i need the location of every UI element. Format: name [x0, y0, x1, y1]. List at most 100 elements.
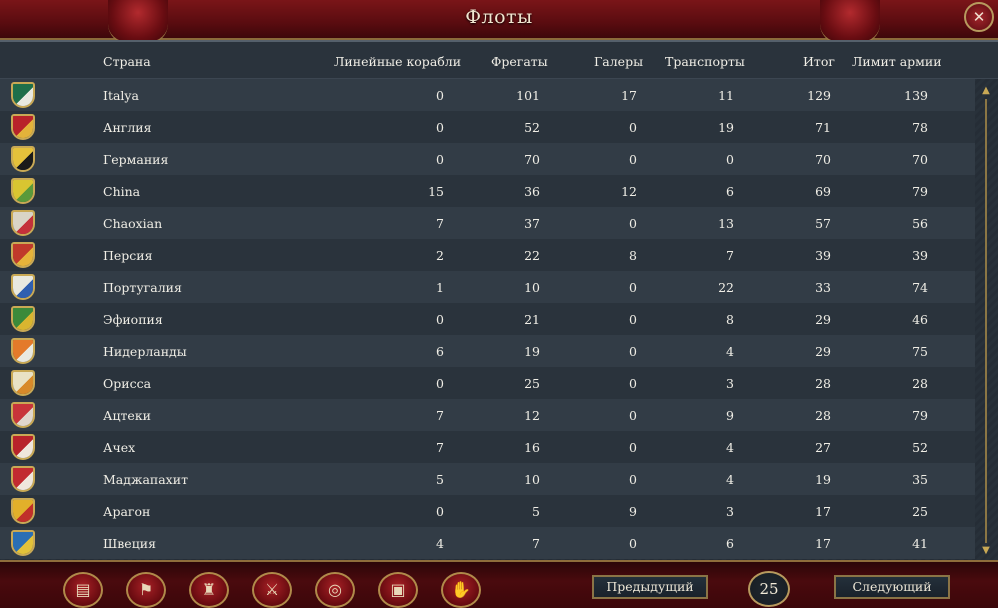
table-row[interactable]: Португалия 1 10 0 22 33 74 — [0, 271, 975, 303]
country-name[interactable]: Эфиопия — [103, 312, 163, 327]
country-name[interactable]: Персия — [103, 248, 153, 263]
country-name[interactable]: Португалия — [103, 280, 182, 295]
col-limit[interactable]: Лимит армии — [852, 54, 942, 69]
country-name[interactable]: Chaoxian — [103, 216, 162, 231]
total-cell: 17 — [815, 504, 831, 519]
country-shield-icon[interactable] — [11, 210, 35, 236]
col-country[interactable]: Страна — [103, 54, 151, 69]
handshake-button[interactable]: ✋ — [441, 572, 481, 608]
country-name[interactable]: Нидерланды — [103, 344, 187, 359]
table-row[interactable]: Маджапахит 5 10 0 4 19 35 — [0, 463, 975, 495]
col-heavy-ships[interactable]: Линейные корабли — [334, 54, 461, 69]
heavy-ships-cell: 0 — [436, 376, 444, 391]
galleys-cell: 0 — [629, 440, 637, 455]
table-row[interactable]: Персия 2 22 8 7 39 39 — [0, 239, 975, 271]
table-row[interactable]: Ачех 7 16 0 4 27 52 — [0, 431, 975, 463]
country-name[interactable]: Ачех — [103, 440, 135, 455]
light-ships-cell: 25 — [524, 376, 540, 391]
country-shield-icon[interactable] — [11, 466, 35, 492]
crate-button[interactable]: ▣ — [378, 572, 418, 608]
coins-button[interactable]: ◎ — [315, 572, 355, 608]
country-shield-icon[interactable] — [11, 146, 35, 172]
scroll-track[interactable] — [985, 99, 987, 543]
shield-fill — [13, 244, 33, 266]
country-name[interactable]: China — [103, 184, 140, 199]
country-shield-icon[interactable] — [11, 274, 35, 300]
buildings-button[interactable]: ♜ — [189, 572, 229, 608]
country-name[interactable]: Англия — [103, 120, 152, 135]
country-shield-icon[interactable] — [11, 306, 35, 332]
country-name[interactable]: Орисса — [103, 376, 151, 391]
scroll-up-icon[interactable]: ▲ — [979, 85, 993, 97]
table-row[interactable]: Ацтеки 7 12 0 9 28 79 — [0, 399, 975, 431]
country-shield-icon[interactable] — [11, 434, 35, 460]
col-galleys[interactable]: Галеры — [594, 54, 643, 69]
country-name[interactable]: Швеция — [103, 536, 156, 551]
galleys-cell: 0 — [629, 152, 637, 167]
country-shield-icon[interactable] — [11, 370, 35, 396]
country-name[interactable]: Арагон — [103, 504, 150, 519]
heavy-ships-cell: 0 — [436, 312, 444, 327]
light-ships-cell: 5 — [532, 504, 540, 519]
heavy-ships-cell: 0 — [436, 120, 444, 135]
light-ships-cell: 101 — [516, 88, 540, 103]
total-cell: 29 — [815, 344, 831, 359]
title-bar: Флоты ✕ — [0, 0, 998, 44]
ledger-button[interactable]: ▤ — [63, 572, 103, 608]
flag-button[interactable]: ⚑ — [126, 572, 166, 608]
transports-cell: 4 — [726, 472, 734, 487]
country-shield-icon[interactable] — [11, 82, 35, 108]
country-shield-icon[interactable] — [11, 242, 35, 268]
table-row[interactable]: Орисса 0 25 0 3 28 28 — [0, 367, 975, 399]
col-total[interactable]: Итог — [803, 54, 835, 69]
country-name[interactable]: Italya — [103, 88, 139, 103]
table-row[interactable]: Chaoxian 7 37 0 13 57 56 — [0, 207, 975, 239]
shield-fill — [13, 372, 33, 394]
transports-cell: 11 — [718, 88, 734, 103]
table-row[interactable]: Швеция 4 7 0 6 17 41 — [0, 527, 975, 559]
country-shield-icon[interactable] — [11, 178, 35, 204]
scrollbar[interactable]: ▲ ▼ — [979, 85, 993, 557]
shield-fill — [13, 340, 33, 362]
limit-cell: 41 — [912, 536, 928, 551]
country-name[interactable]: Ацтеки — [103, 408, 151, 423]
limit-cell: 46 — [912, 312, 928, 327]
total-cell: 27 — [815, 440, 831, 455]
table-row[interactable]: Арагон 0 5 9 3 17 25 — [0, 495, 975, 527]
crossed-swords-icon: ⚔ — [264, 580, 280, 599]
transports-cell: 22 — [718, 280, 734, 295]
close-icon: ✕ — [972, 8, 986, 26]
heavy-ships-cell: 5 — [436, 472, 444, 487]
previous-page-button[interactable]: Предыдущий — [592, 575, 708, 599]
country-shield-icon[interactable] — [11, 530, 35, 556]
close-button[interactable]: ✕ — [964, 2, 994, 32]
country-shield-icon[interactable] — [11, 114, 35, 140]
transports-cell: 6 — [726, 536, 734, 551]
limit-cell: 79 — [912, 408, 928, 423]
shield-fill — [13, 532, 33, 554]
next-page-button[interactable]: Следующий — [834, 575, 950, 599]
country-shield-icon[interactable] — [11, 498, 35, 524]
heavy-ships-cell: 0 — [436, 88, 444, 103]
scroll-down-icon[interactable]: ▼ — [979, 545, 993, 557]
table-row[interactable]: Italya 0 101 17 11 129 139 — [0, 79, 975, 111]
limit-cell: 79 — [912, 184, 928, 199]
heavy-ships-cell: 0 — [436, 504, 444, 519]
transports-cell: 0 — [726, 152, 734, 167]
country-shield-icon[interactable] — [11, 402, 35, 428]
country-shield-icon[interactable] — [11, 338, 35, 364]
crossed-swords-button[interactable]: ⚔ — [252, 572, 292, 608]
table-row[interactable]: China 15 36 12 6 69 79 — [0, 175, 975, 207]
table-row[interactable]: Нидерланды 6 19 0 4 29 75 — [0, 335, 975, 367]
col-transports[interactable]: Транспорты — [665, 54, 745, 69]
table-row[interactable]: Эфиопия 0 21 0 8 29 46 — [0, 303, 975, 335]
light-ships-cell: 70 — [524, 152, 540, 167]
col-light-ships[interactable]: Фрегаты — [491, 54, 548, 69]
galleys-cell: 0 — [629, 376, 637, 391]
country-name[interactable]: Германия — [103, 152, 168, 167]
table-row[interactable]: Германия 0 70 0 0 70 70 — [0, 143, 975, 175]
table-row[interactable]: Англия 0 52 0 19 71 78 — [0, 111, 975, 143]
limit-cell: 56 — [912, 216, 928, 231]
limit-cell: 74 — [912, 280, 928, 295]
country-name[interactable]: Маджапахит — [103, 472, 188, 487]
